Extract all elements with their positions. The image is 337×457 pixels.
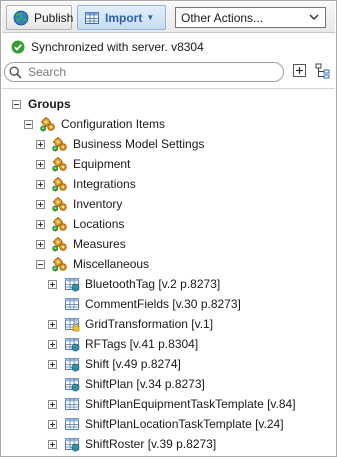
- tree-node-label: Inventory: [73, 197, 123, 211]
- gear-folder-icon: [52, 196, 68, 212]
- tree-node-label: ShiftPlanLocationTaskTemplate [v.24]: [85, 417, 284, 431]
- tree-node-shiftplanequipmenttasktemplate[interactable]: ShiftPlanEquipmentTaskTemplate [v.84]: [48, 395, 296, 413]
- tree-node-shiftroster[interactable]: ShiftRoster [v.39 p.8273]: [48, 435, 216, 453]
- gear-folder-icon: [52, 216, 68, 232]
- tree-node-business-model-settings[interactable]: Business Model Settings: [36, 135, 204, 153]
- other-actions-value: Other Actions...: [181, 10, 264, 25]
- collapse-toggle-icon[interactable]: [36, 259, 45, 269]
- tree-node-label: Equipment: [73, 157, 131, 171]
- expand-toggle-icon[interactable]: [36, 179, 45, 189]
- expand-toggle-icon[interactable]: [36, 219, 45, 229]
- config-panel: Publish Import ▼ Other Actions... Synchr…: [0, 0, 337, 457]
- tree-node-gridtransformation[interactable]: GridTransformation [v.1]: [48, 315, 213, 333]
- import-label: Import: [105, 10, 143, 25]
- tree-node-groups[interactable]: Groups: [12, 95, 71, 113]
- search-box[interactable]: [4, 62, 284, 82]
- publish-label: Publish: [34, 10, 74, 25]
- table-icon: [64, 396, 80, 412]
- expand-toggle-icon[interactable]: [48, 419, 57, 429]
- dropdown-caret-icon: ▼: [146, 13, 155, 22]
- expand-toggle-icon[interactable]: [36, 159, 45, 169]
- tree-node-bluetoothtag[interactable]: BluetoothTag [v.2 p.8273]: [48, 275, 220, 293]
- expand-all-icon[interactable]: [292, 63, 308, 79]
- expand-toggle-icon[interactable]: [48, 359, 57, 369]
- table-globe-icon: [64, 436, 80, 452]
- tree-node-measures[interactable]: Measures: [36, 235, 126, 253]
- expand-toggle-icon[interactable]: [48, 319, 57, 329]
- tree-node-label: Configuration Items: [61, 117, 166, 131]
- tree-node-configuration-items[interactable]: Configuration Items: [24, 115, 165, 133]
- tree-node-label: Business Model Settings: [73, 137, 205, 151]
- expand-toggle-icon[interactable]: [36, 139, 45, 149]
- chevron-down-icon: [309, 14, 319, 21]
- collapse-toggle-icon[interactable]: [24, 119, 33, 129]
- tree-node-label: CommentFields [v.30 p.8273]: [85, 297, 241, 311]
- sync-status: Synchronized with server. v8304: [11, 39, 204, 55]
- tree-node-label: ShiftPlanEquipmentTaskTemplate [v.84]: [85, 397, 296, 411]
- import-button[interactable]: Import ▼: [77, 5, 166, 30]
- tree-node-label: RFTags [v.41 p.8304]: [85, 337, 199, 351]
- tree-node-label: BluetoothTag [v.2 p.8273]: [85, 277, 221, 291]
- globe-icon: [13, 10, 29, 25]
- table-icon: [64, 416, 80, 432]
- sync-status-text: Synchronized with server. v8304: [31, 40, 204, 54]
- tree-node-commentfields[interactable]: CommentFields [v.30 p.8273]: [48, 295, 241, 313]
- expand-toggle-icon[interactable]: [48, 399, 57, 409]
- publish-button[interactable]: Publish: [6, 5, 74, 30]
- gear-folder-icon: [52, 256, 68, 272]
- table-globe-icon: [64, 356, 80, 372]
- tree-node-rftags[interactable]: RFTags [v.41 p.8304]: [48, 335, 198, 353]
- toolbar: Publish Import ▼ Other Actions...: [2, 2, 335, 33]
- table-icon: [85, 11, 99, 24]
- tree-node-label: Shift [v.49 p.8274]: [85, 357, 181, 371]
- search-input[interactable]: [26, 64, 276, 80]
- collapse-toggle-icon[interactable]: [12, 99, 21, 109]
- expand-toggle-icon[interactable]: [36, 199, 45, 209]
- tree-node-label: Locations: [73, 217, 125, 231]
- tree-node-integrations[interactable]: Integrations: [36, 175, 136, 193]
- table-globe-icon: [64, 336, 80, 352]
- gear-folder-icon: [40, 116, 56, 132]
- tree-node-label: Integrations: [73, 177, 136, 191]
- tree-node-inventory[interactable]: Inventory: [36, 195, 122, 213]
- tree-node-shiftplanlocationtasktemplate[interactable]: ShiftPlanLocationTaskTemplate [v.24]: [48, 415, 284, 433]
- table-lock-icon: [64, 316, 80, 332]
- tree-node-label: Groups: [28, 97, 71, 111]
- tree-node-label: GridTransformation [v.1]: [85, 317, 214, 331]
- table-icon: [64, 296, 80, 312]
- gear-folder-icon: [52, 156, 68, 172]
- tree-node-miscellaneous[interactable]: Miscellaneous: [36, 255, 149, 273]
- tree-node-label: ShiftRoster [v.39 p.8273]: [85, 437, 217, 451]
- gear-folder-icon: [52, 236, 68, 252]
- expand-toggle-icon[interactable]: [48, 339, 57, 349]
- other-actions-select[interactable]: Other Actions...: [175, 7, 326, 28]
- expand-toggle-icon[interactable]: [48, 439, 57, 449]
- expand-toggle-icon[interactable]: [36, 239, 45, 249]
- tree-node-shift[interactable]: Shift [v.49 p.8274]: [48, 355, 181, 373]
- tree-node-shiftplan[interactable]: ShiftPlan [v.34 p.8273]: [48, 375, 205, 393]
- tree-hierarchy-icon[interactable]: [315, 63, 331, 79]
- gear-folder-icon: [52, 136, 68, 152]
- tree-node-locations[interactable]: Locations: [36, 215, 124, 233]
- search-icon: [9, 65, 22, 79]
- table-globe-icon: [64, 276, 80, 292]
- tree-node-label: Measures: [73, 237, 126, 251]
- tree-node-label: Miscellaneous: [73, 257, 150, 271]
- tree-node-label: ShiftPlan [v.34 p.8273]: [85, 377, 205, 391]
- divider: [2, 88, 335, 89]
- tree-node-equipment[interactable]: Equipment: [36, 155, 130, 173]
- table-globe-icon: [64, 376, 80, 392]
- expand-toggle-icon[interactable]: [48, 279, 57, 289]
- check-circle-icon: [11, 40, 25, 54]
- gear-folder-icon: [52, 176, 68, 192]
